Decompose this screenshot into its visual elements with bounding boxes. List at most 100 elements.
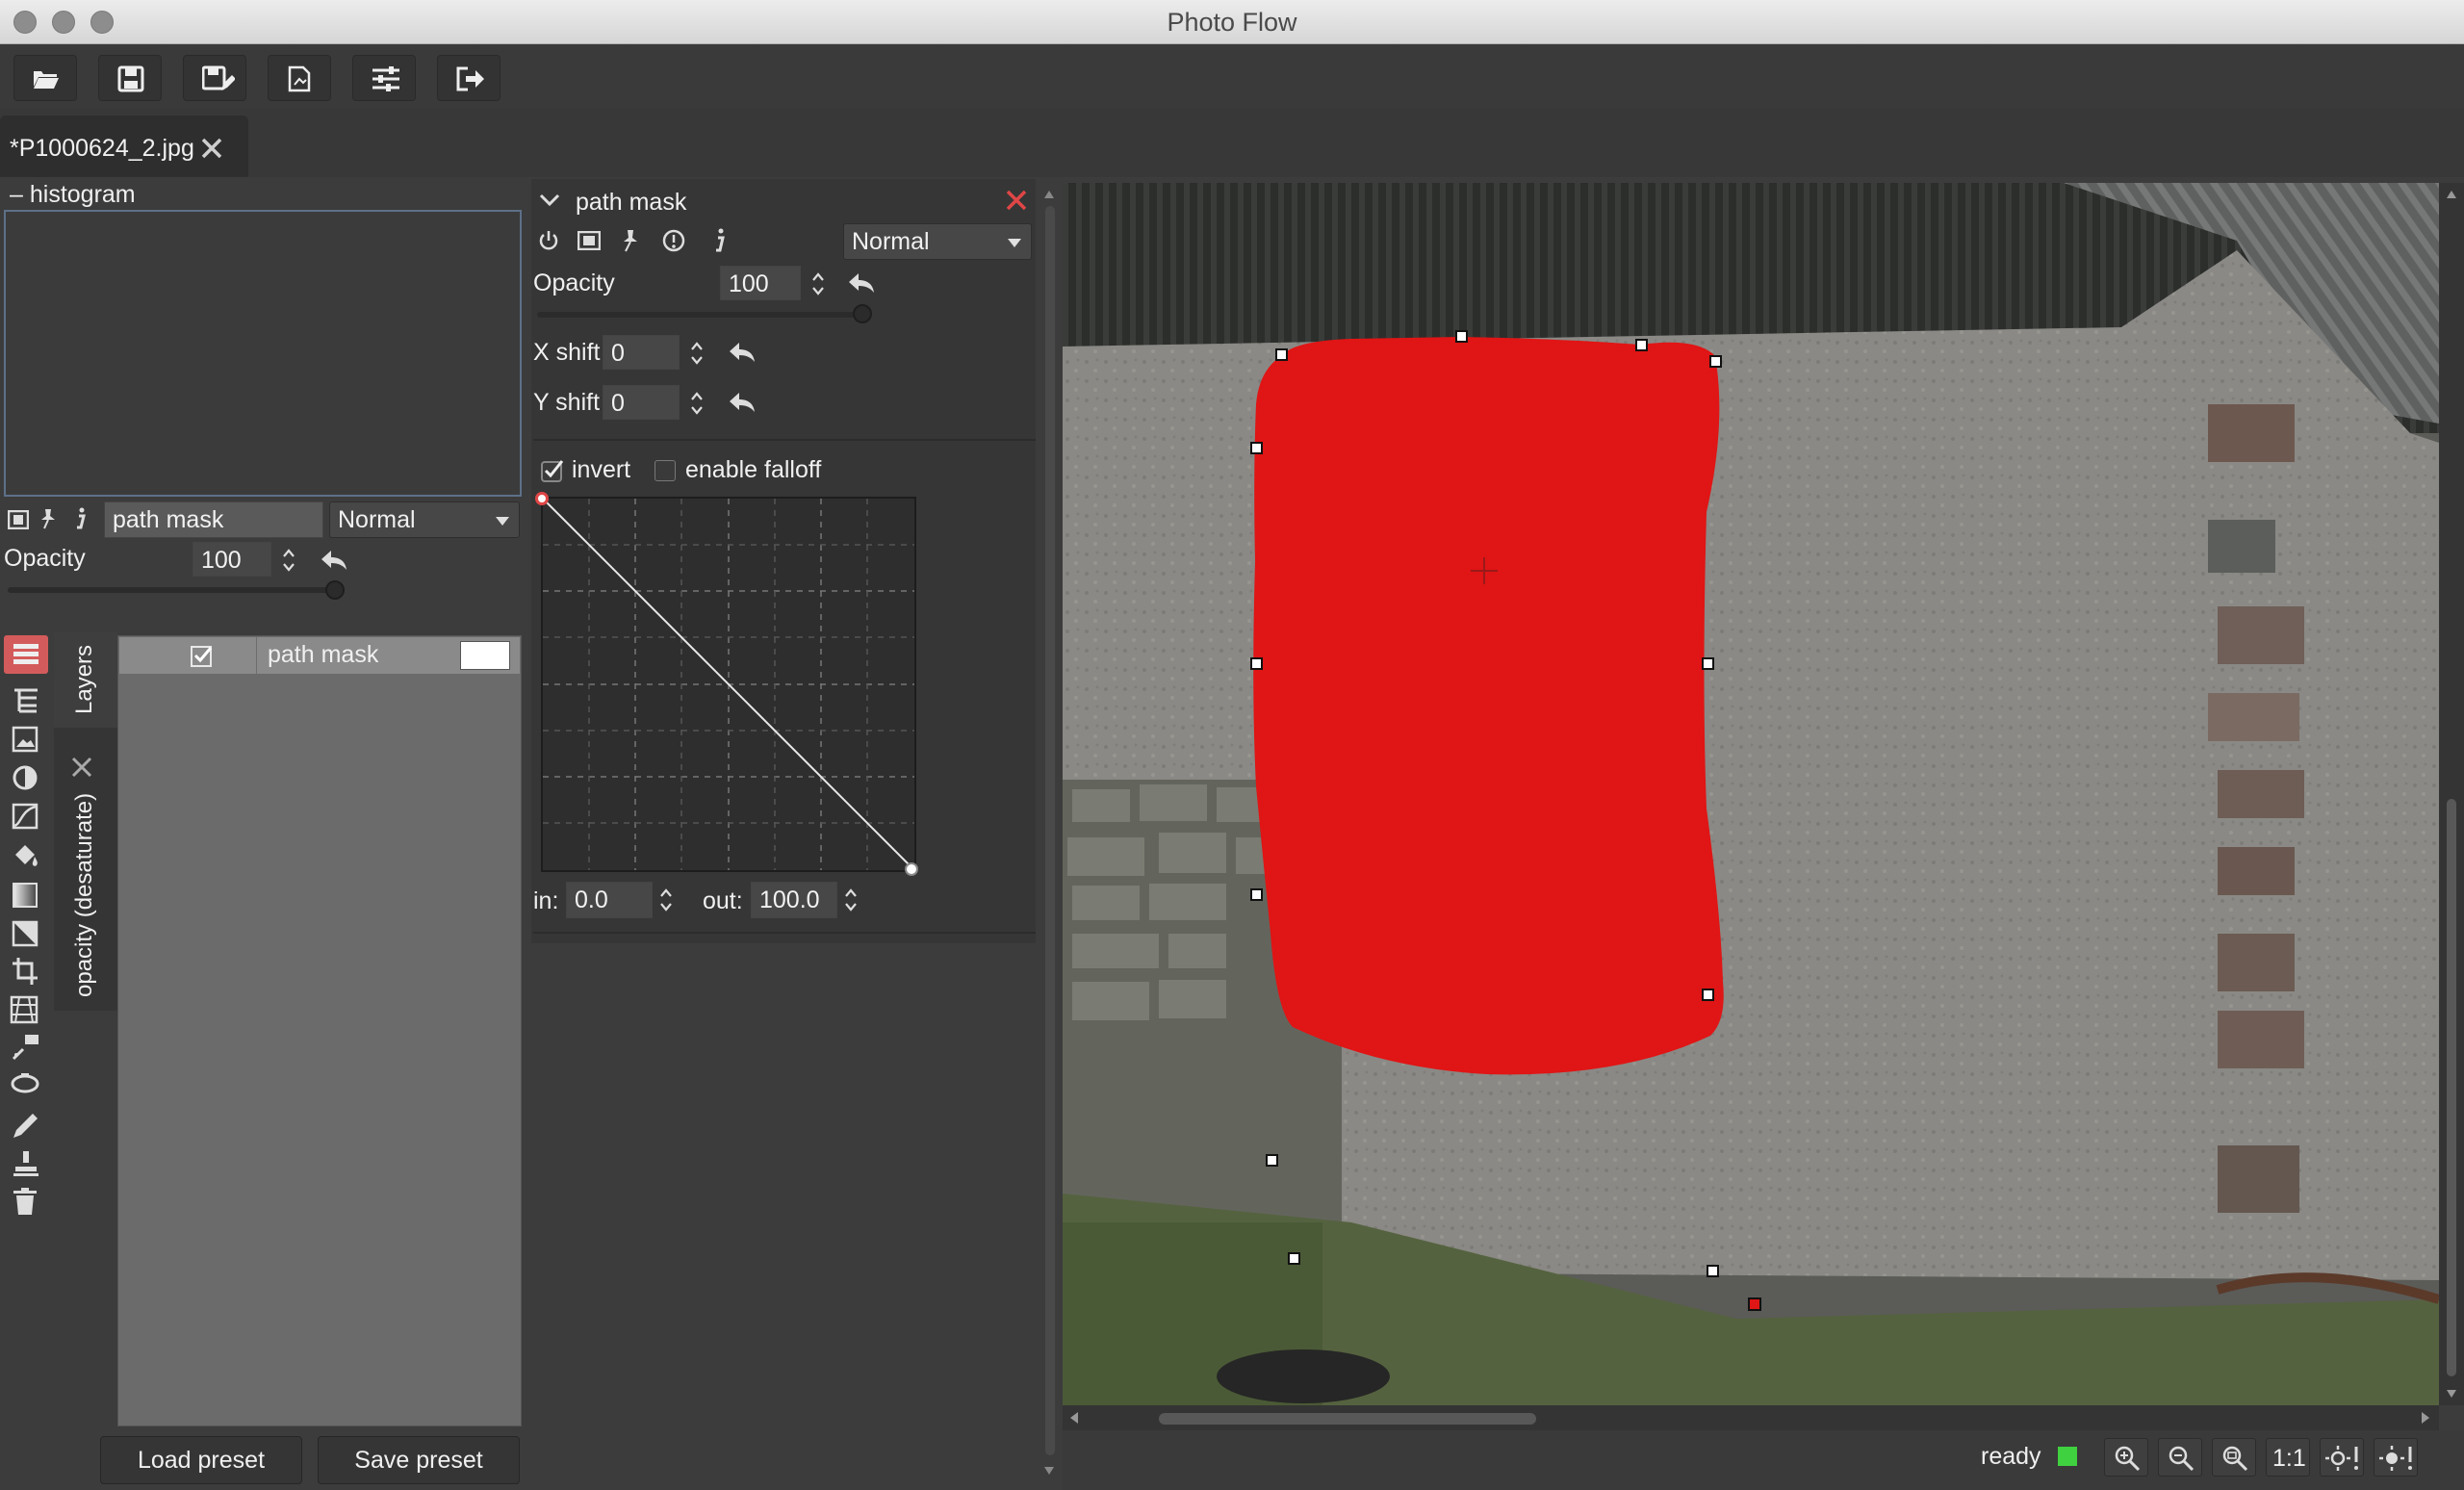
chevron-down-icon: [496, 517, 509, 526]
scroll-up-icon[interactable]: [2446, 189, 2457, 200]
layer-name-input[interactable]: path mask: [104, 501, 323, 538]
layer-opacity-slider-knob[interactable]: [325, 580, 345, 600]
sun-warning-icon: [2325, 1446, 2358, 1471]
load-preset-button[interactable]: Load preset: [100, 1436, 302, 1484]
scroll-down-icon[interactable]: [2446, 1388, 2457, 1400]
yshift-input[interactable]: 0: [603, 385, 680, 420]
layer-name: path mask: [268, 641, 379, 668]
settings-icon: [372, 66, 399, 91]
info-icon[interactable]: [73, 507, 87, 530]
layer-blend-mode-value: Normal: [338, 506, 416, 533]
reset-icon[interactable]: [728, 341, 757, 364]
reset-icon[interactable]: [847, 271, 876, 295]
close-icon[interactable]: [71, 757, 92, 778]
out-label: out:: [703, 887, 743, 914]
divider: [533, 932, 1036, 934]
out-input[interactable]: 100.0: [751, 882, 837, 918]
layer-visible-checkbox[interactable]: [191, 644, 214, 667]
open-button[interactable]: [13, 55, 77, 101]
spin-icon[interactable]: [658, 886, 674, 913]
trash-icon[interactable]: [12, 1188, 38, 1217]
scroll-left-icon[interactable]: [1068, 1411, 1080, 1425]
crop-icon[interactable]: [12, 957, 38, 986]
canvas-horizontal-scrollbar[interactable]: [1063, 1405, 2439, 1430]
tree-icon[interactable]: [12, 687, 40, 714]
selected-control-point: [1748, 1297, 1761, 1311]
zoom-ratio-label: 1:1: [2272, 1445, 2306, 1472]
tool-opacity-input[interactable]: 100: [720, 266, 801, 300]
curve-end-point[interactable]: [905, 862, 918, 876]
color-adjust-icon[interactable]: [12, 764, 38, 791]
curves-icon[interactable]: [12, 803, 38, 830]
tool-panel-scrollbar[interactable]: [1045, 206, 1055, 1455]
layer-list[interactable]: [117, 635, 522, 1426]
highlights-warning-button[interactable]: [2374, 1438, 2418, 1477]
save-as-icon: [202, 65, 235, 90]
spin-icon[interactable]: [689, 340, 705, 367]
stamp-icon[interactable]: [12, 1149, 40, 1178]
spin-icon[interactable]: [810, 270, 826, 297]
zoom-out-button[interactable]: [2158, 1438, 2202, 1477]
shadows-warning-button[interactable]: [2320, 1438, 2364, 1477]
falloff-curve-editor[interactable]: [541, 497, 916, 872]
pin-icon[interactable]: [38, 508, 58, 529]
ellipse-mask-icon[interactable]: [10, 1072, 40, 1095]
zoom-100-button[interactable]: 1:1: [2266, 1438, 2310, 1477]
perspective-icon[interactable]: [10, 995, 38, 1024]
mask-icon[interactable]: [8, 510, 29, 529]
save-button[interactable]: [98, 55, 162, 101]
falloff-checkbox[interactable]: [654, 460, 676, 481]
tab-layers[interactable]: Layers: [54, 631, 117, 728]
layer-row[interactable]: path mask: [119, 637, 520, 674]
zoom-in-button[interactable]: [2104, 1438, 2148, 1477]
pin-icon[interactable]: [620, 229, 641, 252]
clone-tool-icon[interactable]: [12, 1032, 40, 1061]
zoom-fit-button[interactable]: [2212, 1438, 2256, 1477]
tool-blend-mode-select[interactable]: Normal: [843, 223, 1032, 260]
spin-icon[interactable]: [689, 390, 705, 417]
spin-icon[interactable]: [281, 547, 296, 574]
histogram-header[interactable]: – histogram: [10, 181, 136, 209]
close-panel-icon[interactable]: [1005, 189, 1028, 212]
export-button[interactable]: [268, 55, 331, 101]
chevron-down-icon[interactable]: [539, 193, 560, 208]
diagonal-icon[interactable]: [12, 920, 38, 947]
canvas-vscroll-thumb[interactable]: [2447, 799, 2456, 1376]
spin-icon[interactable]: [843, 886, 859, 913]
pencil-icon[interactable]: [12, 1111, 40, 1140]
scroll-right-icon[interactable]: [2420, 1411, 2431, 1425]
tab-opacity[interactable]: opacity (desaturate): [54, 787, 117, 1005]
save-as-button[interactable]: [183, 55, 246, 101]
image-canvas[interactable]: [1063, 183, 2439, 1405]
power-icon[interactable]: [537, 229, 560, 252]
gradient-icon[interactable]: [12, 882, 38, 909]
layer-opacity-slider[interactable]: [8, 587, 335, 593]
in-input[interactable]: 0.0: [566, 882, 653, 918]
tool-opacity-slider-knob[interactable]: [853, 304, 872, 323]
close-tab-icon[interactable]: [200, 137, 223, 160]
settings-button[interactable]: [352, 55, 416, 101]
reset-icon[interactable]: [728, 391, 757, 414]
save-preset-button[interactable]: Save preset: [318, 1436, 520, 1484]
layer-opacity-input[interactable]: 100: [192, 542, 271, 577]
exit-button[interactable]: [437, 55, 500, 101]
xshift-label: X shift: [533, 339, 601, 366]
canvas-vertical-scrollbar[interactable]: [2439, 183, 2464, 1405]
scroll-up-icon[interactable]: [1043, 189, 1055, 200]
mask-icon[interactable]: [578, 231, 601, 250]
window-title: Photo Flow: [1167, 8, 1297, 37]
scroll-down-icon[interactable]: [1043, 1465, 1055, 1477]
alert-icon[interactable]: [662, 229, 685, 252]
paint-bucket-icon[interactable]: [12, 841, 40, 870]
image-layer-icon[interactable]: [12, 726, 38, 753]
tool-opacity-slider[interactable]: [537, 312, 864, 318]
reset-icon[interactable]: [320, 549, 348, 572]
info-icon[interactable]: [712, 228, 726, 253]
xshift-input[interactable]: 0: [603, 335, 680, 370]
layer-mask-thumbnail: [460, 641, 510, 670]
curve-start-point[interactable]: [535, 492, 549, 505]
invert-checkbox[interactable]: [541, 458, 566, 483]
tab-document[interactable]: *P1000624_2.jpg: [0, 116, 248, 177]
canvas-hscroll-thumb[interactable]: [1159, 1413, 1536, 1425]
layer-blend-mode-select[interactable]: Normal: [329, 501, 520, 538]
